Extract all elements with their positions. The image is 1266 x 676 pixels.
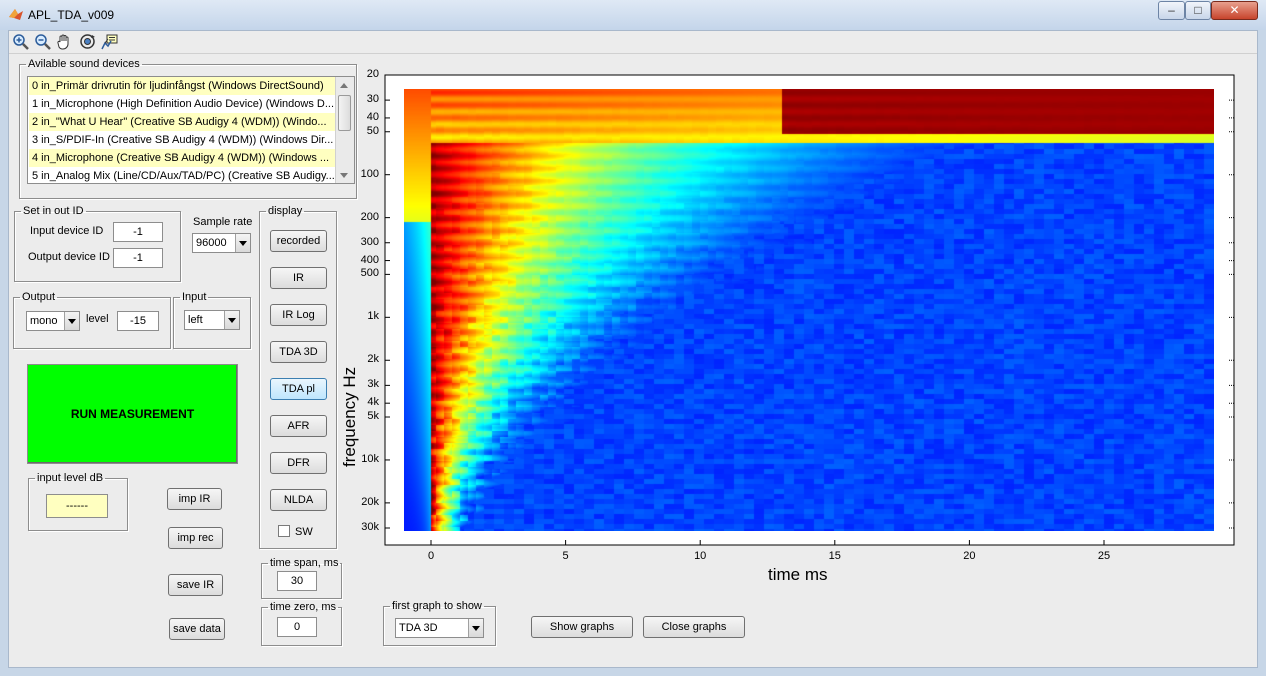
y-tick-label: 2k: [367, 353, 379, 366]
y-tick-label: 40: [366, 110, 379, 123]
y-tick-label: 200: [360, 210, 379, 223]
x-tick-label: 0: [427, 550, 435, 562]
tda-spectrogram[interactable]: [404, 89, 1214, 531]
y-tick-label: 500: [360, 267, 379, 280]
y-tick-label: 400: [360, 253, 379, 266]
y-tick-label: 30k: [361, 521, 379, 533]
y-tick-label: 3k: [367, 378, 379, 391]
x-tick-label: 10: [694, 550, 707, 562]
x-tick-label: 20: [963, 550, 976, 562]
x-tick-label: 25: [1097, 550, 1111, 562]
x-tick-label: 5: [562, 550, 569, 562]
y-tick-label: 20k: [361, 495, 379, 508]
y-tick-label: 50: [366, 124, 379, 137]
y-tick-label: 4k: [367, 396, 379, 409]
y-tick-label: 5k: [367, 410, 379, 422]
y-tick-label: 20: [366, 68, 379, 80]
y-tick-label: 100: [360, 167, 379, 180]
y-tick-label: 30: [366, 93, 379, 106]
x-axis-label: time ms: [768, 565, 828, 584]
y-tick-label: 300: [360, 235, 379, 248]
y-tick-label: 1k: [367, 310, 379, 323]
x-tick-label: 15: [828, 550, 841, 562]
y-tick-label: 10k: [361, 452, 379, 465]
